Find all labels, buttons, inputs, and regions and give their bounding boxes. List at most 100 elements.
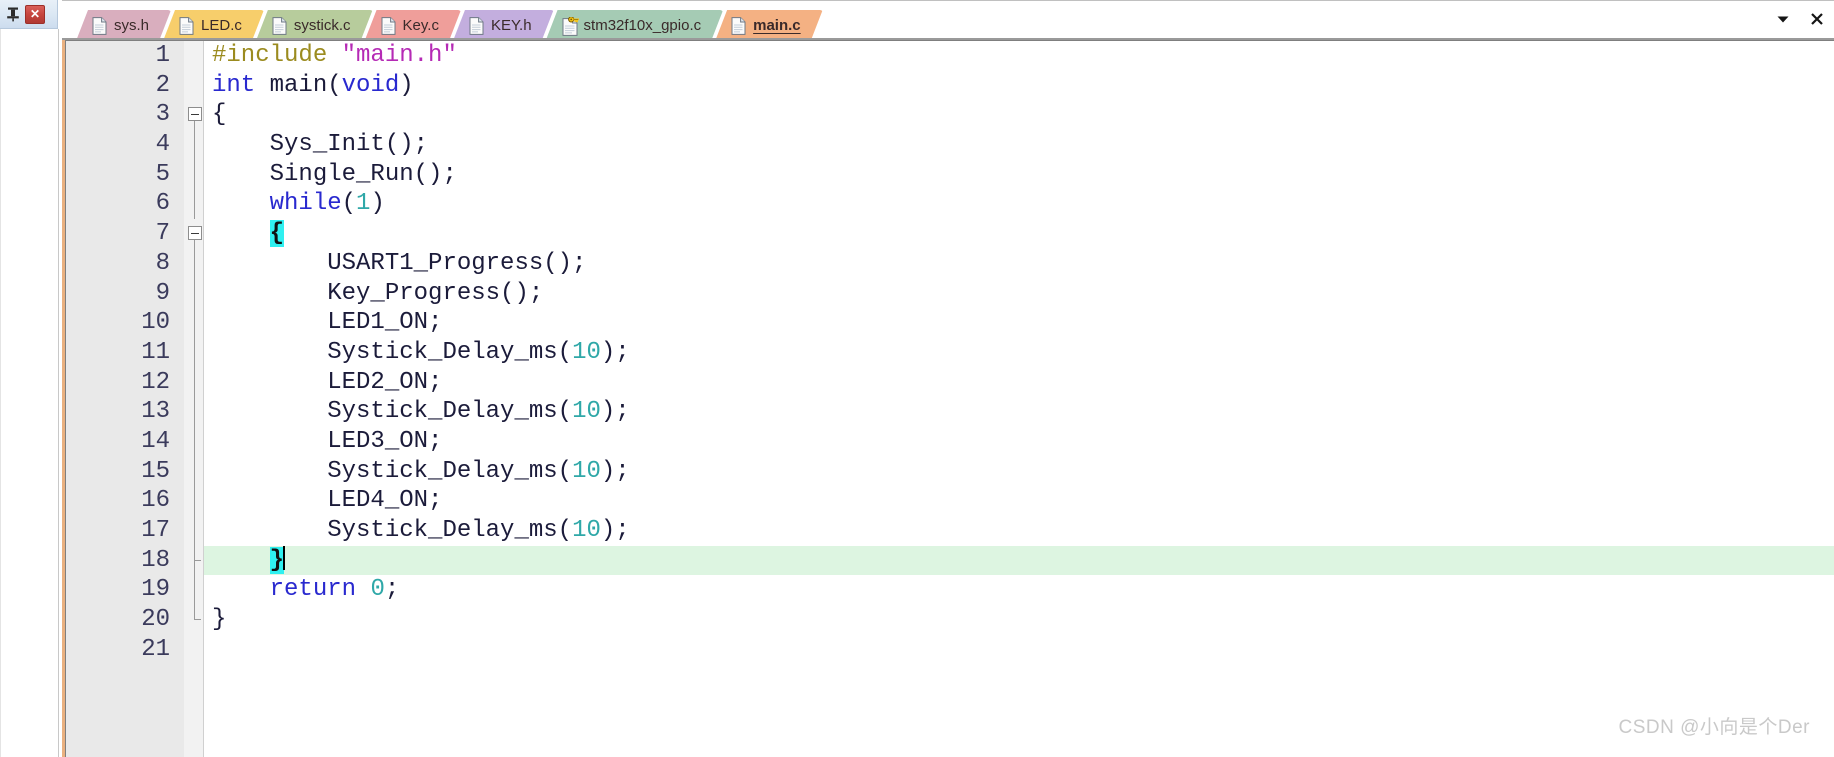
fold-cell[interactable] <box>186 130 204 160</box>
code-text[interactable]: return 0; <box>212 575 400 605</box>
code-line[interactable]: 16 LED4_ON; <box>66 486 1834 516</box>
tab-stm32f10x-gpio-c[interactable]: stm32f10x_gpio.c <box>546 10 724 40</box>
code-line[interactable]: 6 while(1) <box>66 189 1834 220</box>
fold-collapse-icon[interactable] <box>188 226 202 241</box>
code-line[interactable]: 20} <box>66 605 1834 635</box>
fold-cell[interactable] <box>186 248 204 279</box>
code-text[interactable]: USART1_Progress(); <box>212 249 586 279</box>
code-text[interactable]: LED4_ON; <box>212 486 442 516</box>
fold-line <box>194 397 195 427</box>
line-number: 15 <box>141 457 170 485</box>
code-text[interactable]: LED2_ON; <box>212 368 442 398</box>
code-text[interactable]: while(1) <box>212 189 385 219</box>
code-line[interactable]: 19 return 0; <box>66 575 1834 606</box>
code-line[interactable]: 14 LED3_ON; <box>66 426 1834 457</box>
code-text[interactable]: } <box>212 605 226 635</box>
code-text-area[interactable]: 1 #include "main.h" 2 int main(void) 3{4 Sys… <box>66 41 1834 757</box>
fold-line <box>194 248 195 279</box>
fold-cell[interactable] <box>186 397 204 427</box>
fold-collapse-icon[interactable] <box>188 107 202 122</box>
line-number: 11 <box>141 338 170 366</box>
line-number: 7 <box>155 220 170 248</box>
code-text[interactable]: } <box>212 545 286 576</box>
code-text[interactable]: Systick_Delay_ms(10); <box>212 338 630 368</box>
fold-line <box>194 337 195 368</box>
code-line[interactable]: 7 { <box>66 219 1834 250</box>
code-text[interactable]: Systick_Delay_ms(10); <box>212 457 629 487</box>
code-text[interactable]: { <box>212 100 226 130</box>
code-line[interactable]: 2 int main(void) <box>66 71 1834 101</box>
file-icon <box>92 17 107 35</box>
code-line[interactable]: 11 Systick_Delay_ms(10); <box>66 337 1834 368</box>
line-number: 5 <box>155 160 170 188</box>
fold-cell[interactable] <box>186 337 204 368</box>
fold-cell[interactable] <box>186 575 204 606</box>
line-number: 14 <box>141 427 170 455</box>
code-editor-container: 1 #include "main.h" 2 int main(void) 3{4 Sys… <box>62 40 1834 757</box>
fold-cell[interactable] <box>186 41 204 71</box>
code-line[interactable]: 5 Single_Run(); <box>66 159 1834 190</box>
code-line[interactable]: 18 } <box>66 545 1834 576</box>
code-text[interactable]: int main(void) <box>212 71 414 101</box>
code-line[interactable]: 12 LED2_ON; <box>66 367 1834 398</box>
line-number: 20 <box>141 606 170 634</box>
close-icon[interactable] <box>1806 8 1828 30</box>
code-line[interactable]: 13 Systick_Delay_ms(10); <box>66 397 1834 427</box>
tab-systick-c[interactable]: systick.c <box>256 10 373 40</box>
tab-label: main.c <box>753 17 801 34</box>
fold-cell[interactable] <box>186 71 204 101</box>
code-text[interactable]: #include "main.h" <box>212 41 457 71</box>
code-editor[interactable]: 1 #include "main.h" 2 int main(void) 3{4 Sys… <box>65 40 1834 757</box>
code-text[interactable]: Systick_Delay_ms(10); <box>212 516 629 546</box>
code-token: LED4_ON; <box>212 487 443 515</box>
code-line[interactable]: 1 #include "main.h" <box>66 41 1834 71</box>
code-line[interactable]: 9 Key_Progress(); <box>66 278 1834 309</box>
code-text[interactable]: LED3_ON; <box>212 427 442 457</box>
chevron-down-icon[interactable] <box>1772 8 1794 30</box>
code-line[interactable]: 4 Sys_Init(); <box>66 130 1834 160</box>
code-token: LED3_ON; <box>212 427 443 455</box>
code-text[interactable]: Key_Progress(); <box>212 279 543 309</box>
fold-cell[interactable] <box>186 486 204 516</box>
code-line[interactable]: 10 LED1_ON; <box>66 308 1834 338</box>
left-dock-panel: ✕ <box>0 0 60 757</box>
fold-cell[interactable] <box>186 545 204 576</box>
pin-icon[interactable] <box>4 5 22 23</box>
tab-sys-h[interactable]: sys.h <box>76 10 171 40</box>
fold-cell[interactable] <box>186 516 204 546</box>
code-line[interactable]: 21 <box>66 635 1834 665</box>
code-line[interactable]: 8 USART1_Progress(); <box>66 248 1834 279</box>
fold-cell[interactable] <box>186 367 204 398</box>
fold-cell[interactable] <box>186 100 204 131</box>
tab-key-h[interactable]: KEY.h <box>453 10 554 40</box>
editor-tab-bar: sys.h LED.c systick.c Key.c KEY.h stm32f… <box>62 0 1834 40</box>
fold-cell[interactable] <box>186 159 204 190</box>
panel-close-button[interactable]: ✕ <box>25 4 45 24</box>
fold-cell[interactable] <box>186 635 204 665</box>
text-caret <box>283 545 286 570</box>
code-line[interactable]: 15 Systick_Delay_ms(10); <box>66 456 1834 487</box>
fold-cell[interactable] <box>186 456 204 487</box>
tab-key-c[interactable]: Key.c <box>365 10 461 40</box>
fold-cell[interactable] <box>186 189 204 220</box>
code-text[interactable]: Sys_Init(); <box>212 130 428 160</box>
fold-cell[interactable] <box>186 605 204 635</box>
fold-cell[interactable] <box>186 278 204 309</box>
fold-cell[interactable] <box>186 426 204 457</box>
code-text[interactable]: Systick_Delay_ms(10); <box>212 397 629 427</box>
file-icon <box>381 17 396 35</box>
code-text[interactable]: LED1_ON; <box>212 308 442 338</box>
fold-cell[interactable] <box>186 219 204 250</box>
code-token: #include <box>212 42 342 69</box>
code-line[interactable]: 3{ <box>66 100 1834 131</box>
tab-led-c[interactable]: LED.c <box>163 10 264 40</box>
code-token: ); <box>600 338 630 366</box>
matched-brace: { <box>269 220 285 248</box>
code-line[interactable]: 17 Systick_Delay_ms(10); <box>66 516 1834 546</box>
code-token: void <box>341 71 400 99</box>
fold-cell[interactable] <box>186 308 204 338</box>
code-text[interactable]: Single_Run(); <box>212 160 457 190</box>
tab-main-c[interactable]: main.c <box>715 10 823 40</box>
code-text[interactable]: { <box>212 219 285 249</box>
